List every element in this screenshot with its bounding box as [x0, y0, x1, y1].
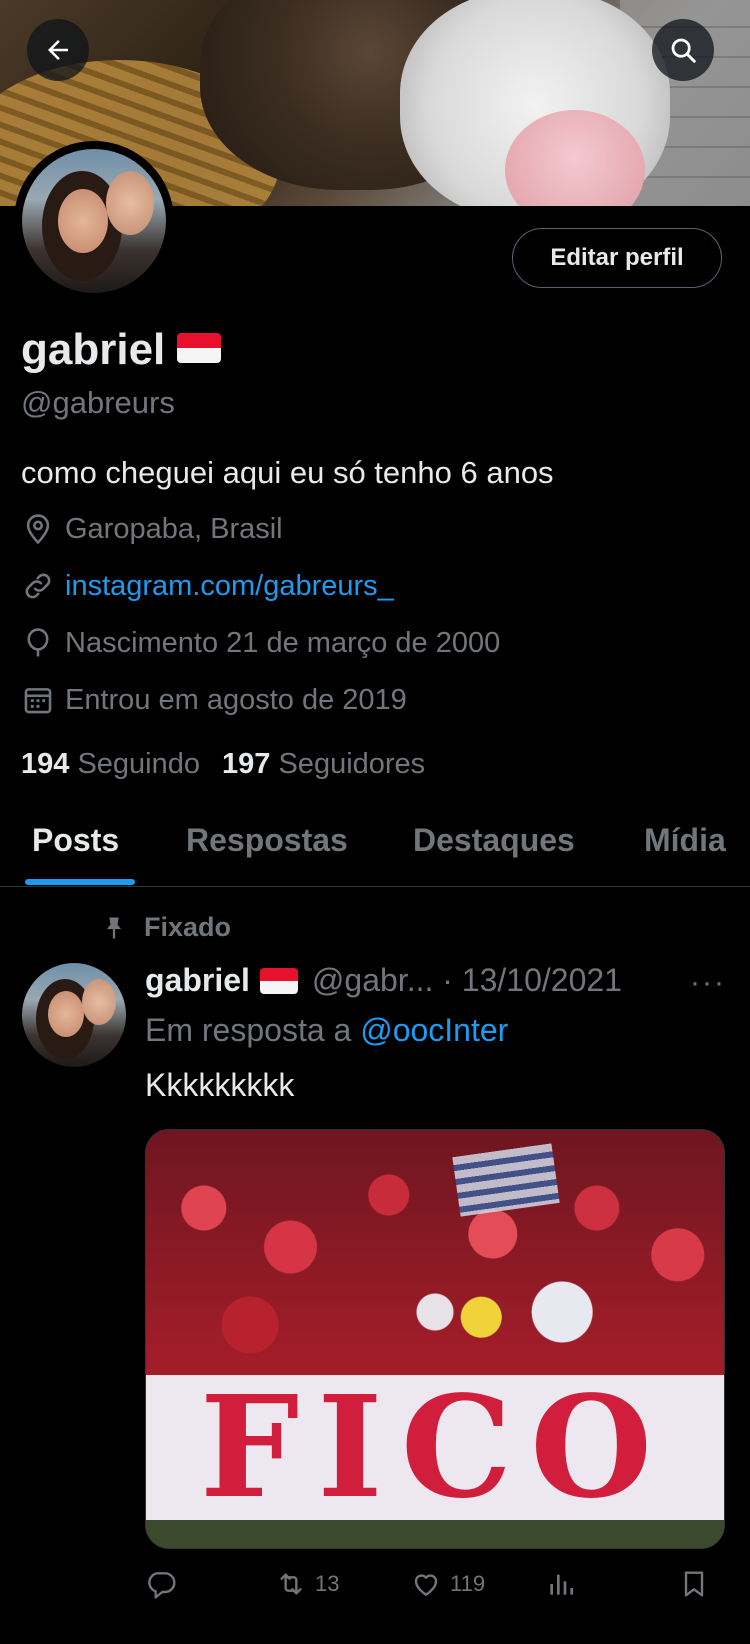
indonesia-flag-icon — [259, 967, 298, 994]
post-avatar[interactable] — [22, 963, 126, 1067]
post-media-image[interactable]: FICO — [145, 1129, 725, 1549]
banner-plush — [400, 0, 670, 206]
edit-profile-button[interactable]: Editar perfil — [512, 228, 722, 288]
following-label: Seguindo — [77, 748, 201, 780]
link-icon — [25, 573, 51, 599]
reply-prefix: Em resposta a — [145, 1012, 352, 1048]
retweet-button[interactable]: 13 — [275, 1568, 339, 1600]
profile-joined: Entrou em agosto de 2019 — [21, 683, 407, 717]
avatar-photo — [22, 149, 166, 293]
search-icon — [671, 38, 696, 63]
reply-mention[interactable]: @oocInter — [360, 1012, 508, 1048]
following-link[interactable]: 194 Seguindo — [21, 748, 200, 780]
location-pin-icon — [26, 514, 50, 545]
fico-text: FICO — [199, 1365, 671, 1530]
reply-context: Em resposta a @oocInter — [145, 1012, 508, 1049]
retweet-count: 13 — [315, 1571, 340, 1596]
joined-text: Entrou em agosto de 2019 — [65, 683, 407, 716]
profile-avatar[interactable] — [14, 141, 174, 301]
pinned-indicator: Fixado — [100, 912, 231, 943]
reply-icon — [148, 1572, 176, 1599]
more-options-icon[interactable]: ··· — [690, 966, 726, 1000]
views-chart-icon — [550, 1574, 573, 1595]
profile-name: gabriel — [21, 325, 222, 375]
post-text: Kkkkkkkkk — [145, 1067, 295, 1103]
arrow-left-icon — [48, 40, 68, 60]
retweet-icon — [280, 1573, 302, 1595]
profile-name-text: gabriel — [21, 325, 166, 374]
crowd-image — [146, 1130, 724, 1390]
followers-link[interactable]: 197 Seguidores — [222, 748, 425, 780]
following-count: 194 — [21, 748, 70, 780]
profile-tabs: Posts Respostas Destaques Mídia — [0, 800, 750, 887]
tab-posts[interactable]: Posts — [32, 822, 119, 859]
post-avatar-photo — [22, 963, 126, 1067]
heart-icon — [414, 1574, 438, 1596]
followers-count: 197 — [222, 748, 271, 780]
location-text: Garopaba, Brasil — [65, 512, 283, 545]
bookmark-button[interactable] — [678, 1568, 718, 1600]
pinned-label: Fixado — [144, 912, 232, 942]
profile-bio: como cheguei aqui eu só tenho 6 anos — [21, 455, 554, 490]
tab-replies[interactable]: Respostas — [186, 822, 348, 859]
indonesia-flag-icon — [177, 333, 222, 364]
profile-link[interactable]: instagram.com/gabreurs_ — [21, 569, 394, 603]
balloon-icon — [27, 628, 49, 657]
like-count: 119 — [450, 1571, 486, 1596]
follow-stats: 194 Seguindo 197 Seguidores — [21, 748, 425, 781]
fico-banner: FICO — [146, 1375, 724, 1520]
bookmark-icon — [684, 1571, 704, 1597]
tab-highlights[interactable]: Destaques — [413, 822, 575, 859]
reply-button[interactable] — [145, 1568, 185, 1600]
calendar-icon — [24, 688, 52, 714]
views-button[interactable] — [545, 1568, 585, 1600]
profile-location: Garopaba, Brasil — [21, 512, 283, 546]
post-header: gabriel @gabr... · 13/10/2021 — [145, 962, 622, 999]
post-handle-date[interactable]: @gabr... · 13/10/2021 — [312, 962, 622, 999]
active-tab-indicator — [25, 879, 135, 885]
back-button[interactable] — [27, 19, 89, 81]
like-button[interactable]: 119 — [410, 1568, 485, 1600]
post-author-name[interactable]: gabriel — [145, 962, 250, 999]
link-text[interactable]: instagram.com/gabreurs_ — [65, 570, 394, 603]
tab-media[interactable]: Mídia — [644, 822, 726, 859]
followers-label: Seguidores — [278, 748, 426, 780]
grass-strip — [146, 1520, 724, 1548]
post-actions: 13 119 — [145, 1568, 725, 1608]
birth-text: Nascimento 21 de março de 2000 — [65, 626, 501, 659]
profile-handle: @gabreurs — [21, 385, 175, 420]
search-button[interactable] — [652, 19, 714, 81]
pin-icon — [107, 917, 121, 938]
profile-birth: Nascimento 21 de março de 2000 — [21, 626, 500, 660]
